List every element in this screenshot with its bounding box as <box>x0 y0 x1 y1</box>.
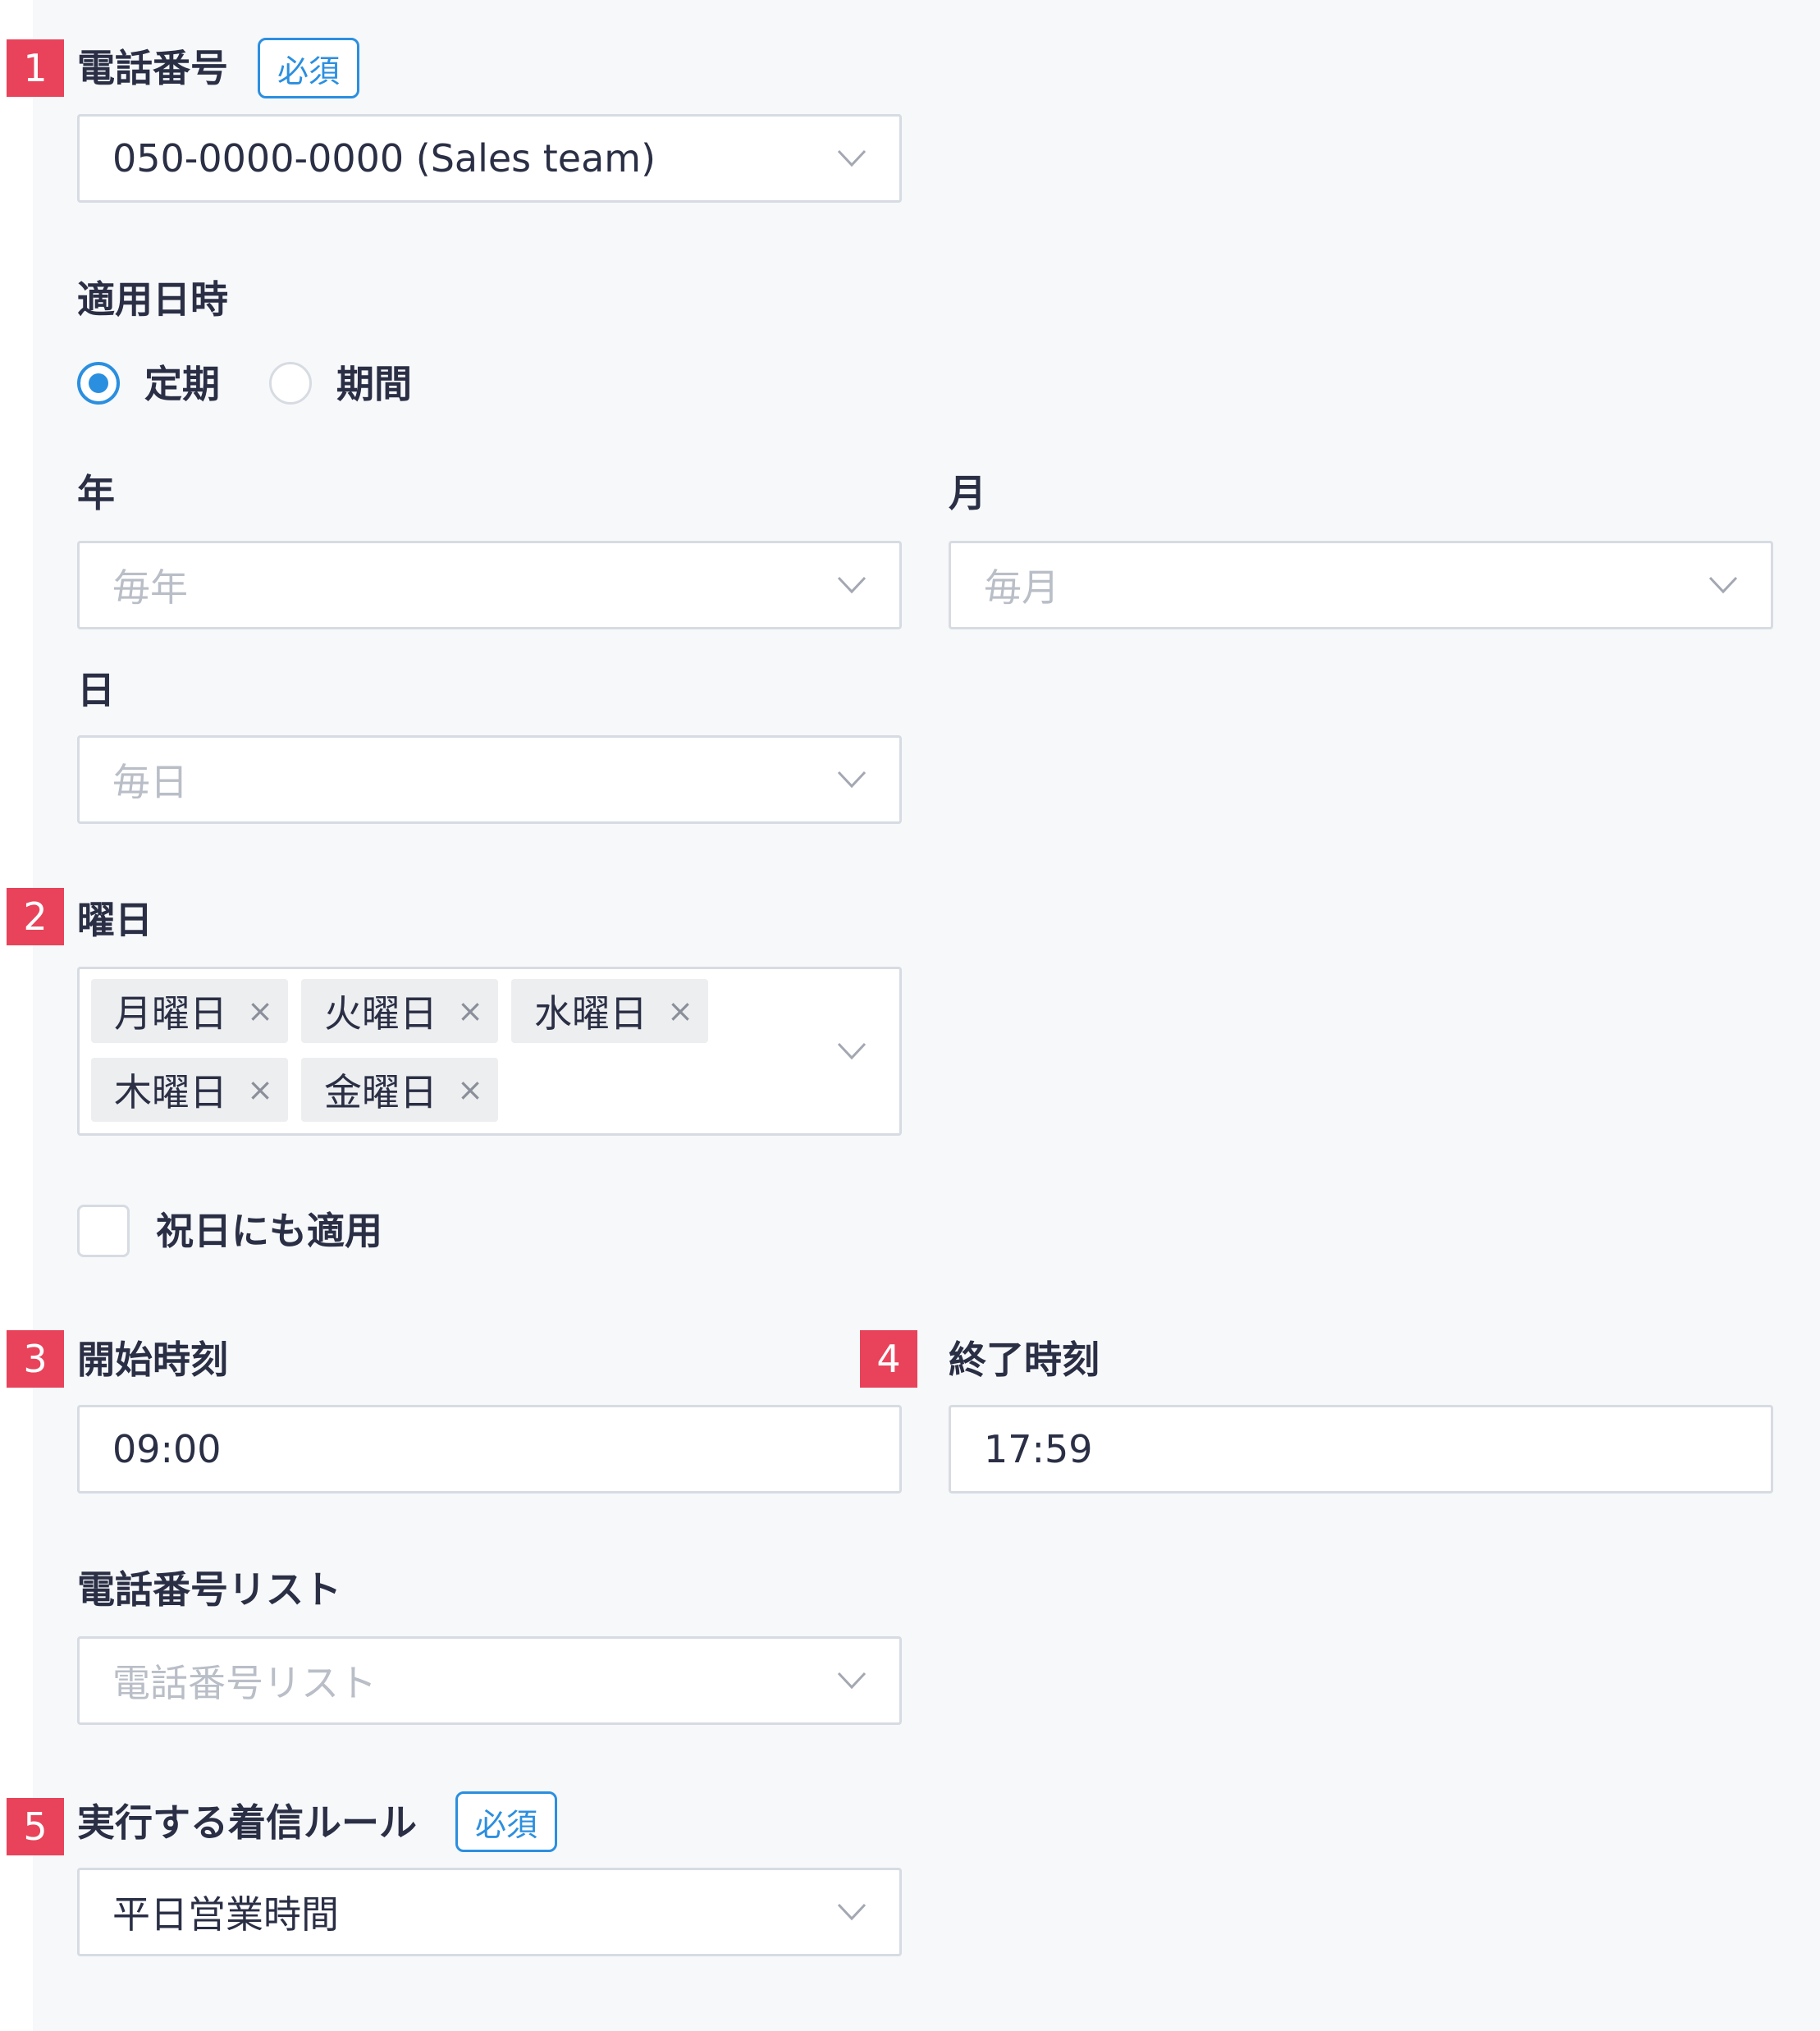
phone-list-placeholder: 電話番号リスト <box>112 1661 377 1705</box>
end-time-input[interactable]: 17:59 <box>949 1405 1773 1494</box>
year-select[interactable]: 毎年 <box>77 541 902 629</box>
chevron-down-icon <box>837 576 867 594</box>
required-tag: 必須 <box>455 1791 557 1852</box>
step-badge-3: 3 <box>7 1330 64 1388</box>
step-badge-5: 5 <box>7 1798 64 1855</box>
radio-periodic[interactable] <box>77 362 120 405</box>
weekday-tag: 金曜日 × <box>301 1058 498 1122</box>
chevron-down-icon <box>837 1042 867 1060</box>
radio-period[interactable] <box>269 362 312 405</box>
month-select[interactable]: 毎月 <box>949 541 1773 629</box>
radio-periodic-label: 定期 <box>144 362 220 406</box>
incoming-rule-label: 実行する着信ルール <box>77 1800 417 1845</box>
phone-list-label: 電話番号リスト <box>77 1567 341 1612</box>
start-time-label: 開始時刻 <box>77 1338 228 1382</box>
phone-number-value: 050-0000-0000 (Sales team) <box>112 136 656 181</box>
step-badge-2: 2 <box>7 888 64 945</box>
schedule-label: 適用日時 <box>77 277 228 322</box>
chevron-down-icon <box>837 149 867 167</box>
year-label: 年 <box>77 471 115 515</box>
day-placeholder: 毎日 <box>112 760 188 804</box>
close-icon[interactable]: × <box>247 1074 273 1105</box>
required-tag: 必須 <box>258 38 359 98</box>
start-time-input[interactable]: 09:00 <box>77 1405 902 1494</box>
close-icon[interactable]: × <box>457 1074 483 1105</box>
weekday-tag-label: 水曜日 <box>534 991 647 1036</box>
holiday-checkbox[interactable] <box>77 1205 130 1257</box>
day-select[interactable]: 毎日 <box>77 735 902 824</box>
step-badge-1: 1 <box>7 39 64 97</box>
chevron-down-icon <box>837 1672 867 1690</box>
close-icon[interactable]: × <box>457 995 483 1027</box>
end-time-value: 17:59 <box>984 1427 1093 1471</box>
incoming-rule-select[interactable]: 平日営業時間 <box>77 1868 902 1956</box>
weekday-tag-label: 木曜日 <box>114 1070 227 1114</box>
close-icon[interactable]: × <box>247 995 273 1027</box>
phone-number-select[interactable]: 050-0000-0000 (Sales team) <box>77 114 902 203</box>
month-label: 月 <box>949 471 986 515</box>
step-badge-4: 4 <box>860 1330 917 1388</box>
weekday-tag-label: 月曜日 <box>114 991 227 1036</box>
weekday-tag: 月曜日 × <box>91 979 288 1043</box>
chevron-down-icon <box>1708 576 1738 594</box>
phone-number-label: 電話番号 <box>77 46 228 90</box>
weekday-tag-label: 金曜日 <box>324 1070 437 1114</box>
radio-period-label: 期間 <box>336 362 412 406</box>
chevron-down-icon <box>837 771 867 789</box>
weekday-tag-label: 火曜日 <box>324 991 437 1036</box>
end-time-label: 終了時刻 <box>949 1338 1100 1382</box>
chevron-down-icon <box>837 1903 867 1921</box>
weekday-tag: 水曜日 × <box>511 979 708 1043</box>
weekday-tag: 火曜日 × <box>301 979 498 1043</box>
year-placeholder: 毎年 <box>112 565 188 610</box>
day-label: 日 <box>77 668 115 712</box>
weekday-tag: 木曜日 × <box>91 1058 288 1122</box>
start-time-value: 09:00 <box>112 1427 222 1471</box>
incoming-rule-value: 平日営業時間 <box>112 1892 339 1937</box>
close-icon[interactable]: × <box>667 995 693 1027</box>
phone-list-select[interactable]: 電話番号リスト <box>77 1636 902 1725</box>
weekday-label: 曜日 <box>77 898 153 942</box>
month-placeholder: 毎月 <box>984 565 1059 610</box>
holiday-label: 祝日にも適用 <box>156 1209 382 1253</box>
weekday-multiselect[interactable]: 月曜日 × 火曜日 × 水曜日 × 木曜日 × 金曜日 × <box>77 967 902 1136</box>
